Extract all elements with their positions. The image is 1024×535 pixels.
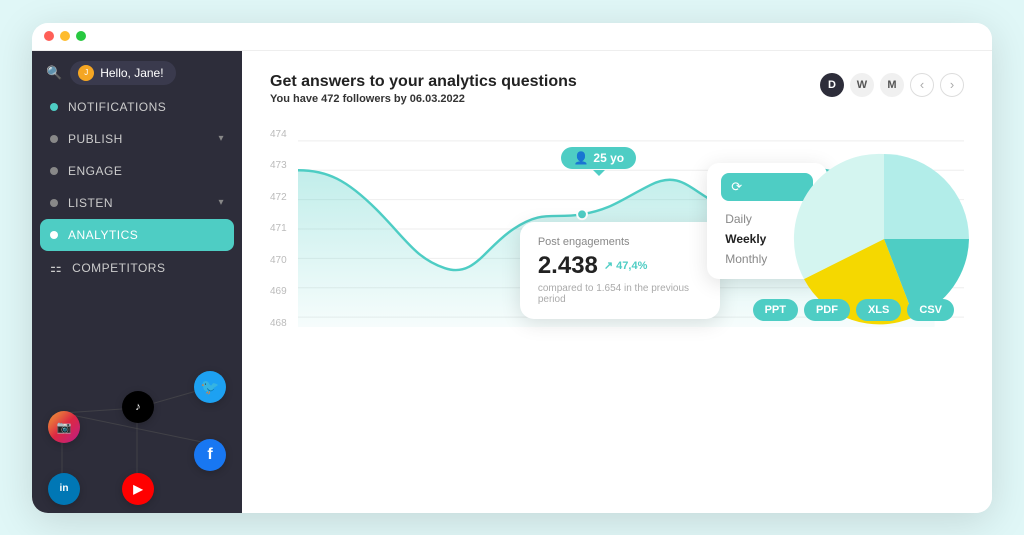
y-label-473: 473 [270, 160, 287, 171]
app-window: 🔍 J Hello, Jane! NOTIFICATIONS PUBLISH ▾… [32, 23, 992, 513]
youtube-icon[interactable]: ▶ [122, 473, 154, 505]
y-axis-labels: 474 473 472 471 470 469 468 [270, 129, 287, 329]
sidebar-item-analytics[interactable]: ANALYTICS [40, 219, 234, 251]
page-title: Get answers to your analytics questions [270, 73, 577, 91]
y-label-474: 474 [270, 129, 287, 140]
period-icon: ⟳ [731, 179, 742, 195]
page-subtitle: You have 472 followers by 06.03.2022 [270, 93, 577, 105]
engage-label: ENGAGE [68, 164, 122, 178]
y-label-471: 471 [270, 223, 287, 234]
linkedin-icon[interactable]: in [48, 473, 80, 505]
tooltip-text: 25 yo [593, 151, 624, 165]
engagement-number: 2.438 [538, 252, 598, 280]
publish-label: PUBLISH [68, 132, 123, 146]
export-buttons: PPT PDF XLS CSV [753, 299, 954, 321]
sidebar-top: 🔍 J Hello, Jane! [32, 51, 242, 91]
sidebar-item-publish[interactable]: PUBLISH ▾ [32, 123, 242, 155]
title-bar [32, 23, 992, 51]
publish-arrow: ▾ [218, 133, 224, 144]
tiktok-icon[interactable]: ♪ [122, 391, 154, 423]
sidebar: 🔍 J Hello, Jane! NOTIFICATIONS PUBLISH ▾… [32, 51, 242, 513]
close-dot[interactable] [44, 31, 54, 41]
listen-dot [50, 199, 58, 207]
export-csv-btn[interactable]: CSV [907, 299, 954, 321]
main-header: Get answers to your analytics questions … [270, 73, 964, 105]
notifications-dot [50, 103, 58, 111]
followers-count: 472 [321, 93, 339, 105]
sidebar-item-listen[interactable]: LISTEN ▾ [32, 187, 242, 219]
main-content: Get answers to your analytics questions … [242, 51, 992, 513]
export-pdf-btn[interactable]: PDF [804, 299, 850, 321]
user-greeting: Hello, Jane! [100, 66, 163, 80]
chart-area: 474 473 472 471 470 469 468 [270, 119, 964, 339]
tooltip-icon: 👤 [573, 151, 588, 165]
competitors-icon: ⚏ [50, 260, 62, 276]
export-ppt-btn[interactable]: PPT [753, 299, 798, 321]
engagement-card: Post engagements 2.438 ↗ 47,4% compared … [520, 222, 720, 319]
time-btn-m[interactable]: M [880, 73, 904, 97]
sidebar-item-competitors[interactable]: ⚏ COMPETITORS [32, 251, 242, 285]
twitter-icon[interactable]: 🐦 [194, 371, 226, 403]
engagement-compare: compared to 1.654 in the previous period [538, 283, 702, 305]
publish-dot [50, 135, 58, 143]
sidebar-item-notifications[interactable]: NOTIFICATIONS [32, 91, 242, 123]
y-label-469: 469 [270, 286, 287, 297]
app-body: 🔍 J Hello, Jane! NOTIFICATIONS PUBLISH ▾… [32, 51, 992, 513]
y-label-472: 472 [270, 192, 287, 203]
export-xls-btn[interactable]: XLS [856, 299, 901, 321]
listen-arrow: ▾ [218, 197, 224, 208]
facebook-icon[interactable]: f [194, 439, 226, 471]
time-btn-w[interactable]: W [850, 73, 874, 97]
listen-label: LISTEN [68, 196, 113, 210]
header-text: Get answers to your analytics questions … [270, 73, 577, 105]
engagement-label: Post engagements [538, 236, 702, 248]
user-badge: J Hello, Jane! [70, 61, 175, 85]
time-controls: D W M ‹ › [820, 73, 964, 97]
analytics-label: ANALYTICS [68, 228, 138, 242]
age-tooltip: 👤 25 yo [561, 147, 636, 169]
prev-arrow-btn[interactable]: ‹ [910, 73, 934, 97]
subtitle-suffix: followers by 06.03.2022 [340, 93, 465, 105]
y-label-468: 468 [270, 318, 287, 329]
y-label-470: 470 [270, 255, 287, 266]
next-arrow-btn[interactable]: › [940, 73, 964, 97]
maximize-dot[interactable] [76, 31, 86, 41]
engage-dot [50, 167, 58, 175]
analytics-dot [50, 231, 58, 239]
minimize-dot[interactable] [60, 31, 70, 41]
engagement-value: 2.438 ↗ 47,4% [538, 252, 702, 280]
avatar: J [78, 65, 94, 81]
engagement-change: ↗ 47,4% [604, 259, 647, 272]
subtitle-prefix: You have [270, 93, 321, 105]
notifications-label: NOTIFICATIONS [68, 100, 166, 114]
sidebar-item-engage[interactable]: ENGAGE [32, 155, 242, 187]
instagram-icon[interactable]: 📷 [48, 411, 80, 443]
time-btn-d[interactable]: D [820, 73, 844, 97]
competitors-label: COMPETITORS [72, 261, 165, 275]
search-icon[interactable]: 🔍 [46, 65, 62, 81]
